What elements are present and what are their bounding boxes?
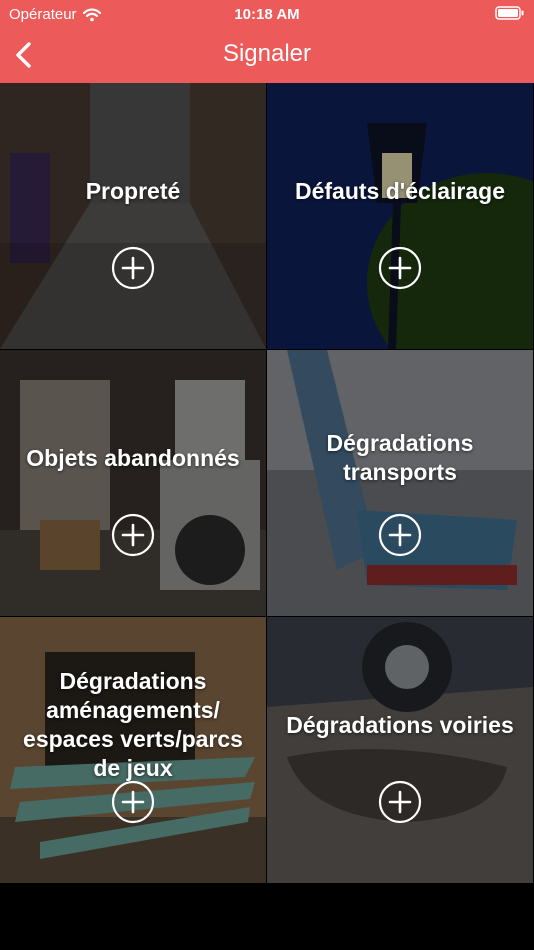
header-bar: Opérateur 10:18 AM Signaler [0,0,534,83]
plus-circle-icon[interactable] [378,246,422,290]
category-label: Propreté [85,178,181,204]
pothole-photo [267,617,533,883]
category-label: Dégradations voiries [286,712,514,738]
plus-circle-icon[interactable] [111,780,155,824]
plus-circle-icon[interactable] [111,246,155,290]
category-tile-eclairage[interactable]: Défauts d'éclairage [267,83,533,349]
abandoned-objects-photo [0,350,266,616]
category-label: Défauts d'éclairage [295,178,505,204]
plus-circle-icon[interactable] [111,513,155,557]
category-label: Objets abandonnés [26,445,240,471]
category-tile-objets-abandonnes[interactable]: Objets abandonnés [0,350,266,616]
category-label: Dégradations aménagements/ espaces verts… [23,668,243,781]
category-tile-proprete[interactable]: Propreté [0,83,266,349]
status-bar: Opérateur 10:18 AM [0,0,534,30]
bottom-area [0,884,534,950]
category-tile-voiries[interactable]: Dégradations voiries [267,617,533,883]
status-time: 10:18 AM [234,6,300,23]
category-tile-transports[interactable]: Dégradations transports [267,350,533,616]
battery-icon [495,6,524,20]
plus-circle-icon[interactable] [378,780,422,824]
plus-circle-icon[interactable] [378,513,422,557]
category-tile-amenagements[interactable]: Dégradations aménagements/ espaces verts… [0,617,266,883]
category-label: Dégradations transports [326,430,474,485]
page-title: Signaler [222,40,312,67]
streetlight-photo [267,83,533,349]
navigation-bar: Signaler [0,30,534,83]
category-grid: Propreté Défauts d'éclairage Objets aban… [0,83,534,884]
alley-photo [0,83,266,349]
